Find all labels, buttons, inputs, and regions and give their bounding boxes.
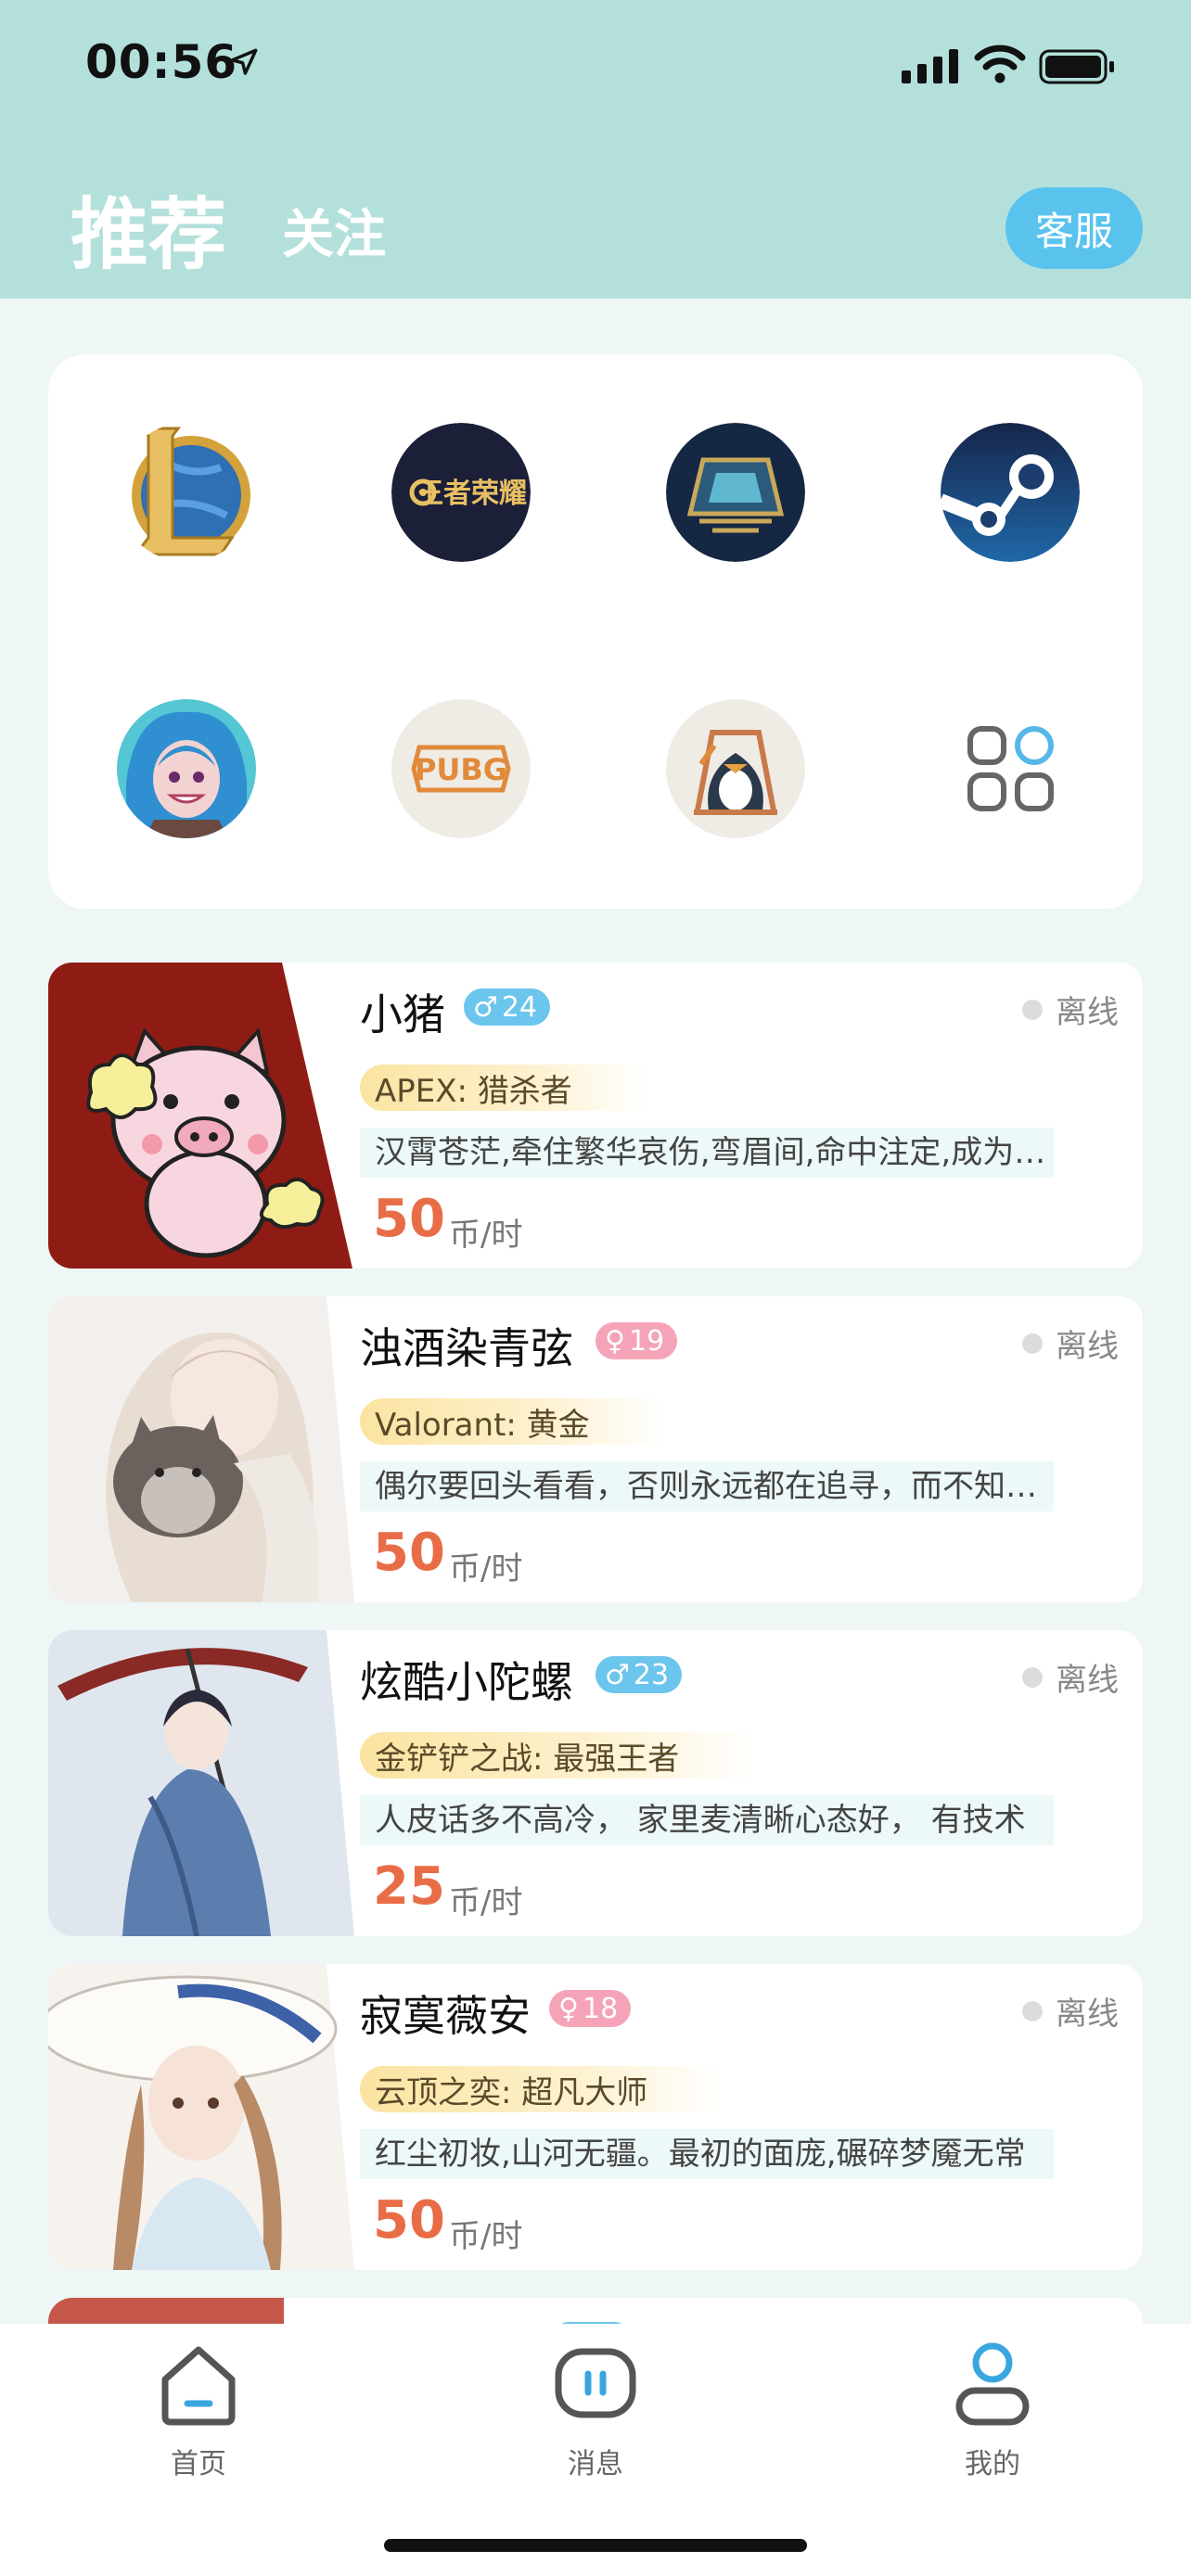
male-icon: ♂: [605, 1658, 630, 1691]
steam-icon[interactable]: [941, 423, 1080, 562]
wild-rift-icon[interactable]: [117, 699, 256, 838]
price-value: 50: [373, 1523, 445, 1583]
league-of-legends-icon[interactable]: [117, 423, 256, 562]
online-status: 离线: [1022, 987, 1119, 1032]
player-name: 小猪: [360, 989, 445, 1039]
home-indicator: [384, 2539, 807, 2552]
tab-messages[interactable]: 消息: [503, 2339, 688, 2481]
status-text: 离线: [1056, 1328, 1119, 1365]
svg-text:PUBG: PUBG: [415, 752, 507, 787]
female-icon: ♀: [605, 1324, 625, 1358]
player-card[interactable]: 寂寞薇安 ♀ 18 离线 云顶之奕: 超凡大师 红尘初妆,山河无疆。最初的面庞,…: [48, 1964, 1143, 2270]
player-name: 浊酒染青弦: [360, 1323, 573, 1373]
gender-age-badge: ♂ 24: [464, 988, 551, 1026]
player-card[interactable]: 炫酷小陀螺 ♂ 23 离线 金铲铲之战: 最强王者 人皮话多不高冷， 家里麦清晰…: [48, 1630, 1143, 1936]
tab-follow[interactable]: 关注: [282, 193, 386, 268]
status-text: 离线: [1056, 1996, 1119, 2033]
price-unit: 币/时: [449, 1217, 523, 1254]
status-dot-icon: [1022, 1333, 1043, 1354]
player-card[interactable]: 小猪 ♂ 24 离线 APEX: 猎杀者 汉霄苍茫,牵住繁华哀伤,弯眉间,命中注…: [48, 963, 1143, 1269]
penguin-game-icon[interactable]: [666, 699, 805, 838]
age-value: 18: [582, 1992, 619, 2025]
online-status: 离线: [1022, 1988, 1119, 2034]
profile-icon: [955, 2342, 1030, 2426]
game-rank-tag: APEX: 猎杀者: [360, 1065, 647, 1111]
player-bio: 汉霄苍茫,牵住繁华哀伤,弯眉间,命中注定,成为过往: [360, 1128, 1054, 1178]
tab-recommend[interactable]: 推荐: [70, 172, 226, 285]
svg-text:王者荣耀: 王者荣耀: [416, 478, 527, 510]
price-unit: 币/时: [449, 2218, 523, 2255]
online-status: 离线: [1022, 1320, 1119, 1366]
price-unit: 币/时: [449, 1550, 523, 1588]
battery-icon: [1039, 49, 1114, 84]
game-rank-tag: 云顶之奕: 超凡大师: [360, 2066, 723, 2112]
player-card[interactable]: 浊酒染青弦 ♀ 19 离线 Valorant: 黄金 偶尔要回头看看，否则永远都…: [48, 1296, 1143, 1602]
player-photo: [48, 1964, 354, 2270]
game-rank-tag: Valorant: 黄金: [360, 1398, 664, 1445]
age-value: 24: [501, 990, 538, 1024]
player-bio: 人皮话多不高冷， 家里麦清晰心态好， 有技术: [360, 1795, 1054, 1845]
home-icon: [161, 2346, 236, 2426]
player-photo: [48, 963, 354, 1269]
game-rank-tag: 金铲铲之战: 最强王者: [360, 1732, 754, 1779]
teamfight-tactics-icon[interactable]: [666, 423, 805, 562]
gender-age-badge: ♀ 19: [596, 1322, 678, 1359]
honor-of-kings-icon[interactable]: 王者荣耀: [391, 423, 531, 562]
player-name: 寂寞薇安: [360, 1991, 531, 2041]
customer-service-button[interactable]: 客服: [1005, 187, 1143, 269]
player-name: 炫酷小陀螺: [360, 1657, 573, 1707]
price-value: 25: [373, 1856, 445, 1917]
wifi-icon: [974, 45, 1026, 83]
cellular-signal-icon: [902, 49, 958, 83]
price-unit: 币/时: [449, 1884, 523, 1921]
gender-age-badge: ♀ 18: [549, 1990, 632, 2027]
female-icon: ♀: [558, 1992, 579, 2025]
message-icon: [555, 2348, 636, 2418]
player-bio: 红尘初妆,山河无疆。最初的面庞,碾碎梦魇无常: [360, 2129, 1054, 2179]
status-dot-icon: [1022, 999, 1043, 1020]
status-text: 离线: [1056, 1662, 1119, 1699]
top-header: 00:56 推荐 关注 客服: [0, 0, 1191, 299]
pubg-icon[interactable]: PUBG: [391, 699, 531, 838]
status-dot-icon: [1022, 2000, 1043, 2021]
price-value: 50: [373, 1189, 445, 1249]
tab-mine[interactable]: 我的: [900, 2339, 1085, 2481]
player-bio: 偶尔要回头看看，否则永远都在追寻，而不知道失去了什么: [360, 1461, 1054, 1511]
status-dot-icon: [1022, 1666, 1043, 1688]
male-icon: ♂: [473, 990, 498, 1024]
online-status: 离线: [1022, 1654, 1119, 1700]
gender-age-badge: ♂ 23: [596, 1656, 683, 1693]
age-value: 23: [633, 1658, 670, 1691]
tab-home-label: 首页: [171, 2448, 226, 2480]
location-arrow-icon: [230, 48, 258, 75]
game-category-grid: 王者荣耀 PUBG: [48, 354, 1143, 909]
tab-home[interactable]: 首页: [106, 2339, 291, 2481]
more-apps-icon[interactable]: [941, 699, 1080, 838]
tab-messages-label: 消息: [568, 2448, 623, 2480]
status-text: 离线: [1056, 994, 1119, 1031]
status-time: 00:56: [85, 35, 238, 89]
tab-mine-label: 我的: [965, 2448, 1020, 2480]
price-value: 50: [373, 2190, 445, 2251]
player-photo: [48, 1296, 354, 1602]
player-photo: [48, 1630, 354, 1936]
age-value: 19: [628, 1324, 665, 1358]
